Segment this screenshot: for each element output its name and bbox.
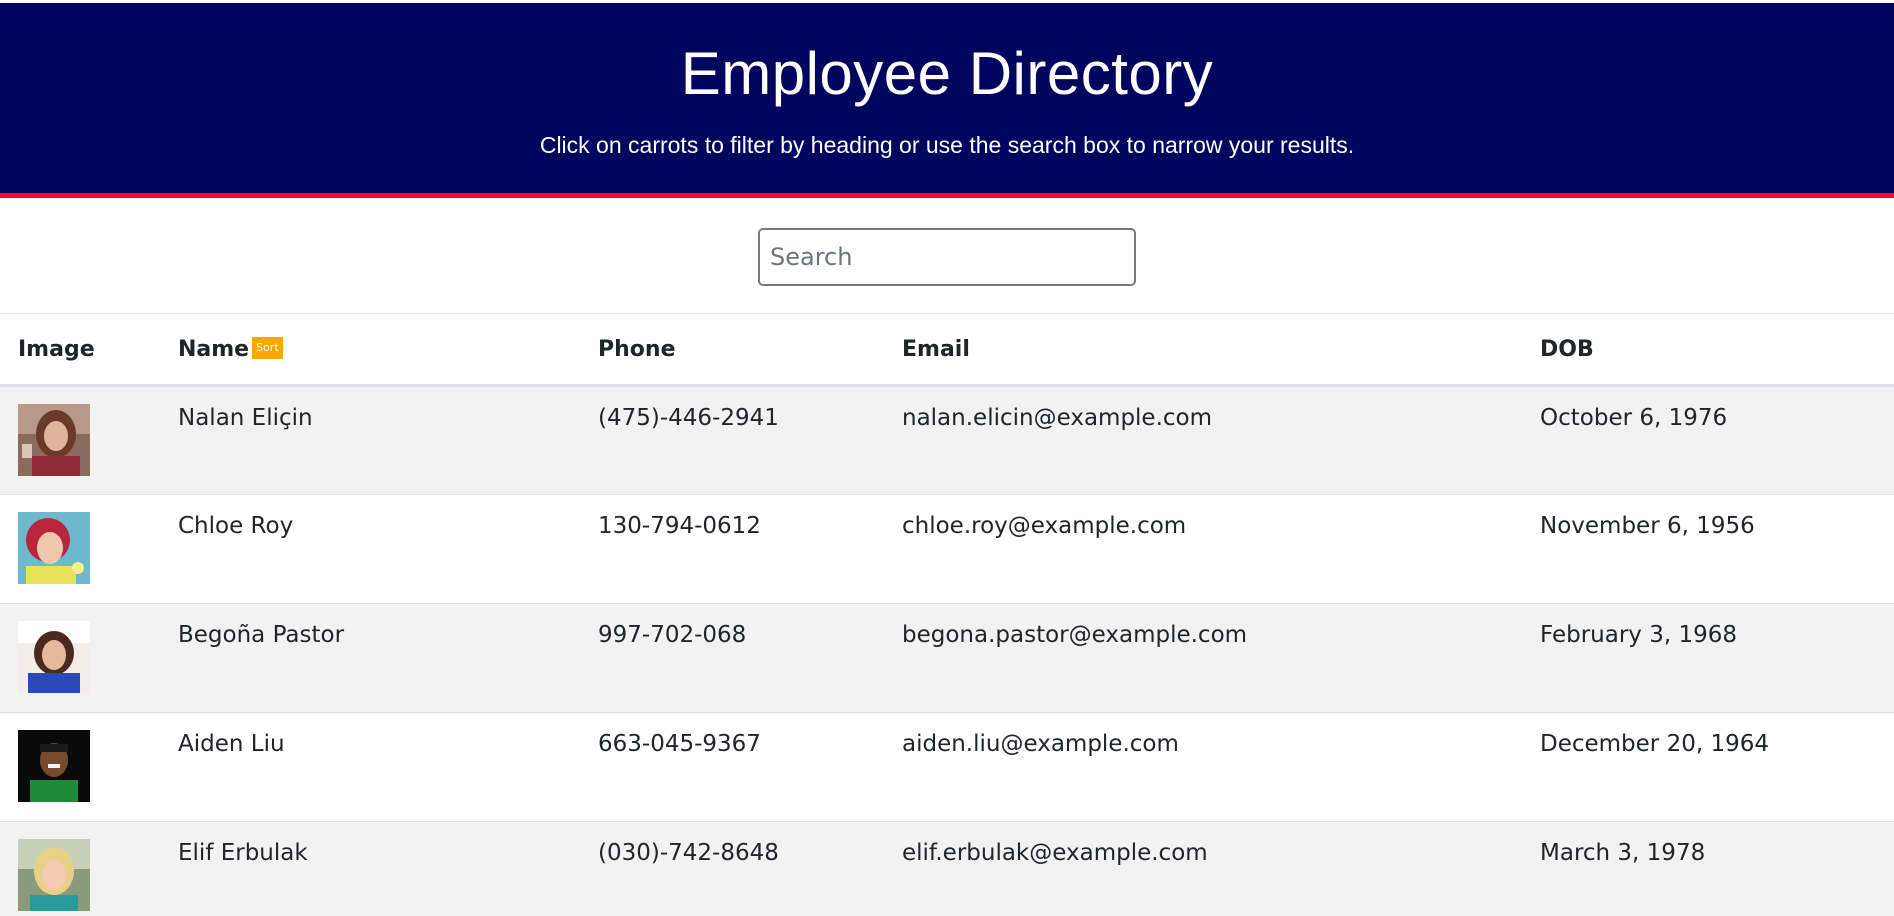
table-row: Elif Erbulak (030)-742-8648 elif.erbulak… [0, 821, 1894, 916]
employee-table: Image Name Sort Phone Email DOB Nalan El… [0, 313, 1894, 916]
phone-cell: 997-702-068 [598, 622, 747, 648]
search-input[interactable] [758, 228, 1136, 286]
dob-cell: February 3, 1968 [1540, 622, 1738, 648]
column-header-dob: DOB [1522, 314, 1894, 386]
email-cell: nalan.elicin@example.com [902, 405, 1213, 431]
avatar [18, 621, 90, 693]
table-row: Chloe Roy 130-794-0612 chloe.roy@example… [0, 494, 1894, 604]
email-cell: elif.erbulak@example.com [902, 840, 1208, 866]
avatar [18, 839, 90, 911]
dob-cell: March 3, 1978 [1540, 840, 1706, 866]
column-header-phone-label: Phone [598, 336, 676, 362]
phone-cell: 130-794-0612 [598, 513, 761, 539]
phone-cell: (030)-742-8648 [598, 840, 779, 866]
phone-cell: (475)-446-2941 [598, 405, 779, 431]
email-cell: begona.pastor@example.com [902, 622, 1248, 648]
column-header-name-label: Name [178, 336, 250, 362]
name-cell: Aiden Liu [178, 731, 285, 757]
table-header: Image Name Sort Phone Email DOB [0, 313, 1894, 386]
page-subtitle: Click on carrots to filter by heading or… [539, 132, 1355, 158]
email-cell: chloe.roy@example.com [902, 513, 1187, 539]
phone-cell: 663-045-9367 [598, 731, 761, 757]
search-section [0, 198, 1894, 313]
table-row: Begoña Pastor 997-702-068 begona.pastor@… [0, 603, 1894, 713]
image-cell [0, 386, 160, 495]
image-cell [0, 713, 160, 822]
column-header-email-label: Email [902, 336, 970, 362]
table-row: Aiden Liu 663-045-9367 aiden.liu@example… [0, 712, 1894, 822]
sort-button[interactable]: Sort [252, 336, 283, 359]
avatar [18, 730, 90, 802]
column-header-image: Image [0, 314, 160, 386]
dob-cell: October 6, 1976 [1540, 405, 1728, 431]
name-cell: Chloe Roy [178, 513, 294, 539]
image-cell [0, 822, 160, 916]
name-cell: Begoña Pastor [178, 622, 345, 648]
column-header-phone: Phone [580, 314, 884, 386]
column-header-dob-label: DOB [1540, 336, 1594, 362]
image-cell [0, 604, 160, 713]
page-title: Employee Directory [680, 40, 1214, 107]
image-cell [0, 495, 160, 604]
header-banner: Employee Directory Click on carrots to f… [0, 3, 1894, 198]
table-header-row: Image Name Sort Phone Email DOB [0, 313, 1894, 386]
name-cell: Elif Erbulak [178, 840, 308, 866]
avatar [18, 512, 90, 584]
dob-cell: December 20, 1964 [1540, 731, 1770, 757]
table-row: Nalan Eliçin (475)-446-2941 nalan.elicin… [0, 385, 1894, 495]
column-header-image-label: Image [18, 336, 95, 362]
table-body: Nalan Eliçin (475)-446-2941 nalan.elicin… [0, 385, 1894, 916]
page: Employee Directory Click on carrots to f… [0, 0, 1894, 916]
dob-cell: November 6, 1956 [1540, 513, 1755, 539]
column-header-name: Name Sort [160, 314, 580, 386]
column-header-email: Email [884, 314, 1522, 386]
avatar [18, 404, 90, 476]
name-cell: Nalan Eliçin [178, 405, 313, 431]
email-cell: aiden.liu@example.com [902, 731, 1179, 757]
